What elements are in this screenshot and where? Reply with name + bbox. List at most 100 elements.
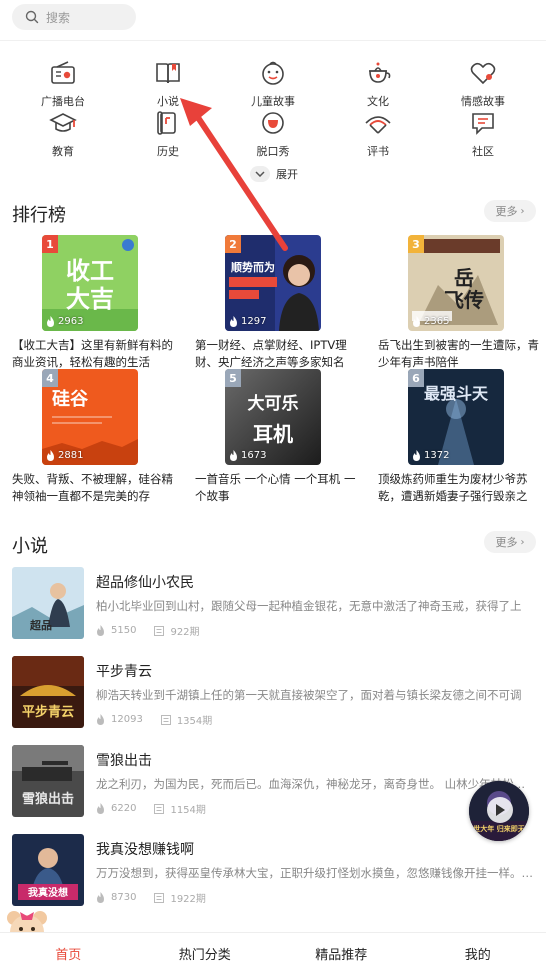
play-count-value: 5150 [111,625,136,636]
episode-count-value: 1154期 [170,801,205,816]
play-count-value: 12093 [111,714,143,725]
novel-list-item[interactable]: 雪狼出击 雪狼出击 龙之利刃，为国为民，死而后已。血海深仇，神秘龙牙，离奇身世。… [12,745,532,821]
novel-desc: 柳浩天转业到千湖镇上任的第一天就直接被架空了，面对着与镇长梁友德之间不可调 [96,687,536,703]
category-talk-show[interactable]: 脱口秀 [228,106,318,159]
play-icon[interactable] [487,797,513,823]
category-radio[interactable]: 广播电台 [18,56,108,109]
novel-meta: 5150 922期 [96,623,218,638]
category-community[interactable]: 社区 [438,106,528,159]
more-label: 更多 [496,534,518,550]
flame-icon [412,316,421,327]
svg-text:岳: 岳 [454,266,474,290]
novel-meta: 8730 1922期 [96,890,224,905]
search-input[interactable]: 搜索 [12,4,136,30]
flame-icon [96,803,105,814]
play-count-value: 2365 [424,316,449,327]
play-count: 1673 [229,450,266,461]
scroll-icon [151,106,185,140]
category-education[interactable]: 教育 [18,106,108,159]
floating-player-title: 镇世大年 归来即无敌 [469,824,529,833]
play-count: 12093 [96,714,143,725]
category-storytelling[interactable]: 评书 [333,106,423,159]
category-history[interactable]: 历史 [123,106,213,159]
flame-icon [46,316,55,327]
novel-list-item[interactable]: 我真没想 我真没想赚钱啊 万万没想到，获得巫皇传承林大宝，正职升级打怪划水摸鱼，… [12,834,532,910]
flame-icon [96,714,105,725]
svg-text:飞传: 飞传 [444,288,484,312]
svg-text:最强斗天: 最强斗天 [424,384,489,403]
category-label: 评书 [333,143,423,159]
flame-icon [46,450,55,461]
svg-text:耳机: 耳机 [253,422,293,446]
graduation-cap-icon [46,106,80,140]
category-kids-stories[interactable]: 儿童故事 [228,56,318,109]
expand-button[interactable]: 展开 [250,166,298,182]
expand-label: 展开 [276,166,298,182]
novel-title: 我真没想赚钱啊 [96,839,194,859]
play-count-value: 1297 [241,316,266,327]
category-label: 历史 [123,143,213,159]
cover-image: 超品 [12,567,84,639]
list-icon [154,893,164,903]
ranking-item-desc: 【收工大吉】这里有新鲜有料的商业资讯，轻松有趣的生活 [12,337,177,371]
rank-badge: 2 [225,235,241,253]
svg-text:雪狼出击: 雪狼出击 [22,791,74,807]
category-label: 脱口秀 [228,143,318,159]
svg-text:大可乐: 大可乐 [248,393,299,414]
episode-count: 1154期 [154,801,205,816]
novel-section-title: 小说 [12,532,48,558]
novel-more-button[interactable]: 更多 › [484,531,536,553]
svg-text:我真没想: 我真没想 [28,886,68,899]
category-emotional-stories[interactable]: 情感故事 [438,56,528,109]
episode-count: 1354期 [161,712,212,727]
flame-icon [96,892,105,903]
category-label: 教育 [18,143,108,159]
rank-badge: 5 [225,369,241,387]
tab-hot-categories[interactable]: 热门分类 [137,933,274,973]
episode-count: 922期 [154,623,199,638]
flame-icon [229,316,238,327]
play-count: 6220 [96,803,136,814]
svg-text:顺势而为: 顺势而为 [231,260,275,274]
play-count: 5150 [96,625,136,636]
svg-text:收工: 收工 [66,257,114,285]
cover-image: 收工大吉 1 2963 [42,235,138,331]
svg-text:超品: 超品 [29,618,52,632]
teapot-icon [361,56,395,90]
episode-count-value: 922期 [170,623,199,638]
list-icon [161,715,171,725]
play-count-value: 6220 [111,803,136,814]
play-count-value: 1673 [241,450,266,461]
play-count-value: 8730 [111,892,136,903]
play-count: 8730 [96,892,136,903]
play-count-value: 1372 [424,450,449,461]
child-face-icon [256,56,290,90]
episode-count: 1922期 [154,890,205,905]
novel-list-item[interactable]: 平步青云 平步青云 柳浩天转业到千湖镇上任的第一天就直接被架空了，面对着与镇长梁… [12,656,532,732]
novel-title: 雪狼出击 [96,750,152,770]
tab-home[interactable]: 首页 [0,933,137,973]
chevron-right-icon: › [521,537,525,548]
ranking-item-desc: 一首音乐 一个心情 一个耳机 一个故事 [195,471,360,505]
ranking-item-desc: 岳飞出生到被害的一生遭际，青少年有声书陪伴 [378,337,543,371]
novel-list-item[interactable]: 超品 超品修仙小农民 柏小北毕业回到山村，跟随父母一起种植金银花，无意中激活了神… [12,567,532,643]
play-count-value: 2963 [58,316,83,327]
flame-icon [412,450,421,461]
category-novel[interactable]: 小说 [123,56,213,109]
rank-badge: 4 [42,369,58,387]
cover-image: 雪狼出击 [12,745,84,817]
category-culture[interactable]: 文化 [333,56,423,109]
category-label: 社区 [438,143,528,159]
chevron-right-icon: › [521,206,525,217]
tab-mine[interactable]: 我的 [410,933,546,973]
search-icon [22,7,42,27]
tab-featured[interactable]: 精品推荐 [273,933,410,973]
flame-icon [229,450,238,461]
floating-player[interactable]: 镇世大年 归来即无敌 [469,781,529,841]
ranking-item-desc: 失败、背叛、不被理解，硅谷精神领袖一直都不是完美的存 [12,471,177,505]
ranking-more-button[interactable]: 更多 › [484,200,536,222]
cover-image: 最强斗天 6 1372 [408,369,504,465]
cover-image: 大可乐耳机 5 1673 [225,369,321,465]
svg-text:大吉: 大吉 [66,285,114,313]
play-count: 1297 [229,316,266,327]
